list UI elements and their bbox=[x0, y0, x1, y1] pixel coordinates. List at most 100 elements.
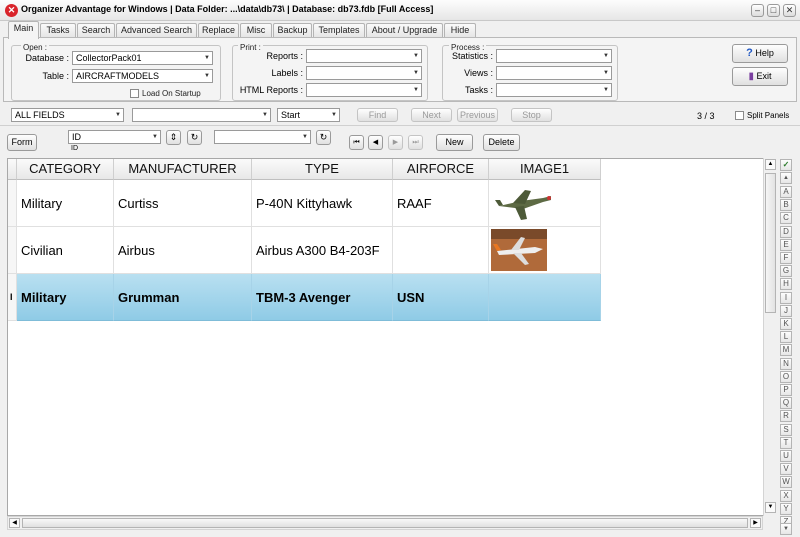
tab-about-upgrade[interactable]: About / Upgrade bbox=[366, 23, 443, 38]
next-button[interactable]: Next bbox=[411, 108, 452, 122]
cell-image1[interactable] bbox=[489, 180, 601, 227]
alpha-filter-q[interactable]: Q bbox=[780, 397, 792, 410]
alpha-filter-h[interactable]: H bbox=[780, 278, 792, 291]
find-button[interactable]: Find bbox=[357, 108, 398, 122]
reports-select[interactable]: ▼ bbox=[306, 49, 422, 63]
tab-main[interactable]: Main bbox=[8, 21, 39, 39]
alpha-filter-n[interactable]: N bbox=[780, 357, 792, 370]
refresh-icon[interactable]: ↻ bbox=[187, 130, 202, 145]
alpha-filter-o[interactable]: O bbox=[780, 370, 792, 383]
minimize-button[interactable]: – bbox=[751, 4, 764, 17]
first-record-icon[interactable]: ⏮ bbox=[349, 135, 364, 150]
column-header-manufacturer[interactable]: MANUFACTURER bbox=[114, 159, 252, 180]
new-record-button[interactable]: New bbox=[436, 134, 473, 151]
help-button[interactable]: ? Help bbox=[732, 44, 788, 63]
alpha-filter-v[interactable]: V bbox=[780, 463, 792, 476]
cell-image1[interactable] bbox=[489, 274, 601, 321]
tab-hide[interactable]: Hide bbox=[444, 23, 476, 38]
search-field-select[interactable]: ALL FIELDS ▼ bbox=[11, 108, 124, 122]
previous-record-icon[interactable]: ◀ bbox=[368, 135, 383, 150]
tab-templates[interactable]: Templates bbox=[313, 23, 365, 38]
split-panels-checkbox[interactable] bbox=[735, 111, 744, 120]
alpha-filter-p[interactable]: P bbox=[780, 384, 792, 396]
cell-category[interactable]: Civilian bbox=[17, 227, 114, 274]
cell-type[interactable]: TBM-3 Avenger bbox=[252, 274, 393, 321]
alpha-filter-i[interactable]: I bbox=[780, 291, 792, 304]
alpha-filter-y[interactable]: Y bbox=[780, 502, 792, 515]
delete-record-button[interactable]: Delete bbox=[483, 134, 520, 151]
search-start-select[interactable]: Start ▼ bbox=[277, 108, 340, 122]
scroll-down-icon[interactable]: ▼ bbox=[765, 502, 776, 513]
alpha-scroll-down-icon[interactable]: ▼ bbox=[780, 523, 792, 535]
previous-button[interactable]: Previous bbox=[457, 108, 498, 122]
cell-airforce[interactable]: RAAF bbox=[393, 180, 489, 227]
cell-manufacturer[interactable]: Curtiss bbox=[114, 180, 252, 227]
html-reports-select[interactable]: ▼ bbox=[306, 83, 422, 97]
current-row-indicator[interactable]: I bbox=[8, 274, 17, 321]
scroll-right-icon[interactable]: ▶ bbox=[750, 518, 761, 528]
search-input[interactable]: ▼ bbox=[132, 108, 271, 122]
database-select[interactable]: CollectorPack01 ▼ bbox=[72, 51, 213, 65]
alpha-filter-a[interactable]: A bbox=[780, 186, 792, 198]
views-select[interactable]: ▼ bbox=[496, 66, 612, 80]
row-indicator[interactable] bbox=[8, 180, 17, 227]
alpha-all-check-icon[interactable]: ✓ bbox=[780, 159, 792, 171]
alpha-filter-w[interactable]: W bbox=[780, 476, 792, 489]
labels-select[interactable]: ▼ bbox=[306, 66, 422, 80]
cell-manufacturer[interactable]: Airbus bbox=[114, 227, 252, 274]
column-header-image1[interactable]: IMAGE1 bbox=[489, 159, 601, 180]
row-indicator[interactable] bbox=[8, 227, 17, 274]
sort-field-select[interactable]: ID ▼ bbox=[68, 130, 161, 144]
alpha-filter-x[interactable]: X bbox=[780, 489, 792, 502]
form-button[interactable]: Form bbox=[7, 134, 37, 151]
cell-image1[interactable] bbox=[489, 227, 601, 274]
column-header-category[interactable]: CATEGORY bbox=[17, 159, 114, 180]
alpha-filter-b[interactable]: B bbox=[780, 199, 792, 212]
alpha-scroll-up-icon[interactable]: ▲ bbox=[780, 172, 792, 184]
tasks-select[interactable]: ▼ bbox=[496, 83, 612, 97]
vertical-scrollbar[interactable]: ▲ ▼ bbox=[763, 158, 777, 516]
horizontal-scrollbar[interactable]: ◀ ▶ bbox=[7, 516, 763, 530]
stop-button[interactable]: Stop bbox=[511, 108, 552, 122]
refresh-icon[interactable]: ↻ bbox=[316, 130, 331, 145]
maximize-button[interactable]: □ bbox=[767, 4, 780, 17]
alpha-filter-r[interactable]: R bbox=[780, 410, 792, 423]
close-button[interactable]: ✕ bbox=[783, 4, 796, 17]
next-record-icon[interactable]: ▶ bbox=[388, 135, 403, 150]
alpha-filter-l[interactable]: L bbox=[780, 331, 792, 344]
cell-category[interactable]: Military bbox=[17, 180, 114, 227]
cell-type[interactable]: Airbus A300 B4-203F bbox=[252, 227, 393, 274]
filter-select[interactable]: ▼ bbox=[214, 130, 311, 144]
alpha-filter-s[interactable]: S bbox=[780, 423, 792, 436]
alpha-filter-f[interactable]: F bbox=[780, 252, 792, 264]
tab-backup[interactable]: Backup bbox=[273, 23, 312, 38]
alpha-filter-t[interactable]: T bbox=[780, 436, 792, 449]
alpha-filter-c[interactable]: C bbox=[780, 212, 792, 225]
last-record-icon[interactable]: ⏭ bbox=[408, 135, 423, 150]
scroll-left-icon[interactable]: ◀ bbox=[9, 518, 20, 528]
tab-advanced-search[interactable]: Advanced Search bbox=[116, 23, 197, 38]
alpha-filter-u[interactable]: U bbox=[780, 450, 792, 462]
scroll-up-icon[interactable]: ▲ bbox=[765, 159, 776, 170]
alpha-filter-d[interactable]: D bbox=[780, 225, 792, 238]
alpha-filter-m[interactable]: M bbox=[780, 344, 792, 357]
alpha-filter-g[interactable]: G bbox=[780, 265, 792, 278]
cell-manufacturer[interactable]: Grumman bbox=[114, 274, 252, 321]
load-on-startup-checkbox[interactable] bbox=[130, 89, 139, 98]
tab-misc[interactable]: Misc bbox=[240, 23, 272, 38]
exit-button[interactable]: ▮ Exit bbox=[732, 67, 788, 86]
vertical-scroll-thumb[interactable] bbox=[765, 173, 776, 313]
cell-type[interactable]: P-40N Kittyhawk bbox=[252, 180, 393, 227]
column-header-type[interactable]: TYPE bbox=[252, 159, 393, 180]
cell-category[interactable]: Military bbox=[17, 274, 114, 321]
cell-airforce[interactable] bbox=[393, 227, 489, 274]
column-header-airforce[interactable]: AIRFORCE bbox=[393, 159, 489, 180]
tab-replace[interactable]: Replace bbox=[198, 23, 239, 38]
alpha-filter-j[interactable]: J bbox=[780, 304, 792, 317]
sort-direction-icon[interactable]: ⇕ bbox=[166, 130, 181, 145]
tab-tasks[interactable]: Tasks bbox=[40, 23, 76, 38]
alpha-filter-e[interactable]: E bbox=[780, 238, 792, 251]
alpha-filter-k[interactable]: K bbox=[780, 318, 792, 330]
table-select[interactable]: AIRCRAFTMODELS ▼ bbox=[72, 69, 213, 83]
statistics-select[interactable]: ▼ bbox=[496, 49, 612, 63]
